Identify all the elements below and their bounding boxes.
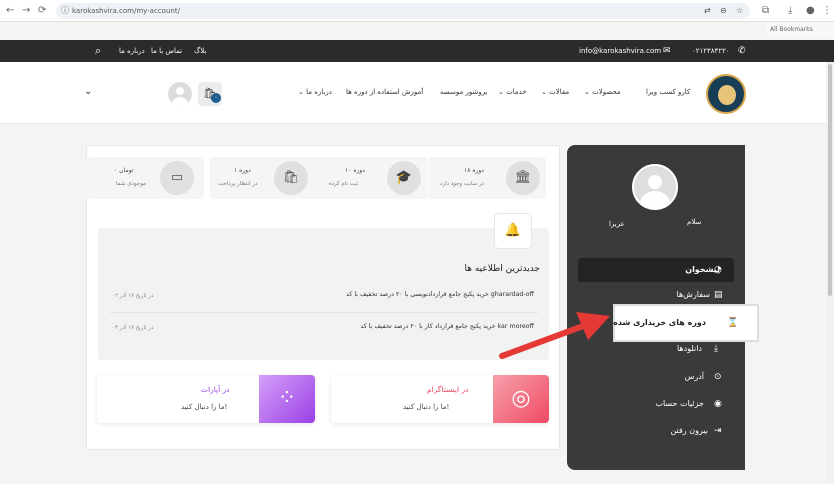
- aparat-subtitle: ما را دنبال کنید!: [181, 403, 228, 411]
- sidebar-item-downloads[interactable]: دانلودها: [677, 342, 702, 356]
- browser-toolbar: ← → ⟳ ⓘ karokashvira.com/my-account/ ⇄ ⊖…: [0, 0, 834, 22]
- username-text: عزیزا: [609, 220, 625, 228]
- notification-date: در تاریخ ۱۷ آذر ۰۳: [112, 325, 154, 331]
- star-icon[interactable]: ☆: [736, 3, 743, 19]
- logo-mark: [718, 85, 736, 105]
- search-icon[interactable]: ⌕: [95, 40, 101, 62]
- menu-item-tutorial[interactable]: آموزش استفاده از دوره ها: [346, 86, 423, 98]
- orders-icon: ▤: [714, 290, 723, 300]
- stat-label: موجودی شما: [116, 181, 146, 187]
- annotation-arrow: [499, 312, 610, 359]
- avatar-body: [172, 97, 188, 106]
- instagram-icon: ◎: [493, 375, 549, 423]
- hourglass-icon: ⌛: [727, 318, 739, 328]
- bookmarks-folder[interactable]: All Bookmarks: [766, 22, 834, 38]
- stat-value: ۱۸ دوره: [464, 167, 484, 174]
- avatar-head: [176, 87, 184, 95]
- divider: [110, 312, 538, 313]
- menu-item-about[interactable]: ⌄ درباره ما: [298, 86, 332, 98]
- wallet-icon: ▭: [160, 161, 194, 195]
- download-icon[interactable]: ⤓: [788, 3, 792, 19]
- nav-link-about[interactable]: درباره ما: [119, 40, 145, 62]
- site-topbar: ✆ ۰۲۱۲۳۸۳۲۲۰ ✉ info@karokashvira.com بلا…: [0, 40, 834, 62]
- stat-card-courses: 🏛 ۱۸ دوره در سایت وجود دارد: [428, 157, 546, 199]
- email-link[interactable]: info@karokashvira.com: [579, 40, 661, 62]
- bank-icon: 🏛: [506, 161, 540, 195]
- stat-card-pending: 🛍 ۱ دوره در انتظار پرداخت: [210, 157, 328, 199]
- phone-icon: ✆: [738, 46, 746, 56]
- extensions-icon[interactable]: ⧉: [762, 3, 769, 19]
- forward-icon[interactable]: →: [22, 3, 30, 19]
- graduation-cap-icon: 🎓: [387, 161, 421, 195]
- zoom-icon[interactable]: ⊖: [720, 3, 727, 19]
- instagram-subtitle: ما را دنبال کنید!: [403, 403, 450, 411]
- stat-label: در انتظار پرداخت: [218, 181, 258, 187]
- back-icon[interactable]: ←: [6, 3, 14, 19]
- dashboard-icon: ◔: [714, 265, 722, 275]
- scrollbar-thumb[interactable]: [828, 64, 832, 296]
- notification-date: در تاریخ ۱۷ آذر ۰۲: [112, 293, 154, 299]
- translate-icon[interactable]: ⇄: [704, 3, 711, 19]
- sidebar-item-orders[interactable]: سفارش‌ها: [677, 288, 710, 302]
- site-info-icon[interactable]: ⓘ: [61, 3, 69, 19]
- stat-value: ۰ تومان: [114, 167, 134, 174]
- user-icon: ◉: [714, 399, 722, 409]
- sidebar-item-logout[interactable]: بیرون رفتن: [670, 424, 708, 438]
- chevron-down-icon[interactable]: ⌄: [84, 86, 92, 98]
- stat-value: ۱۰ دوره: [345, 167, 365, 174]
- shopping-bag-icon: 🛍: [274, 161, 308, 195]
- address-bar[interactable]: ⓘ karokashvira.com/my-account/ ⇄ ⊖ ☆: [56, 3, 750, 19]
- nav-link-blog[interactable]: بلاگ: [194, 40, 206, 62]
- aparat-icon: ⁘: [259, 375, 315, 423]
- greeting-text: سلام: [687, 218, 702, 226]
- menu-item-services[interactable]: ⌄ خدمات: [498, 86, 527, 98]
- notification-text[interactable]: خرید پکیج جامع قراردادنویسی با ۲۰ درصد ت…: [346, 291, 534, 298]
- site-header: کارو کسب ویرا ⌄ محصولات ⌄ مقالات ⌄ خدمات…: [0, 62, 834, 124]
- menu-item-brochure[interactable]: بروشور موسسه: [440, 86, 488, 98]
- email-icon: ✉: [663, 46, 671, 56]
- sidebar-item-purchased-courses[interactable]: دوره های خریداری شده: [613, 316, 706, 330]
- stat-value: ۱ دوره: [234, 167, 251, 174]
- sidebar-item-address[interactable]: آدرس: [685, 370, 704, 384]
- stat-card-balance: ▭ ۰ تومان موجودی شما: [86, 157, 204, 199]
- download-icon: ⤓: [714, 344, 718, 354]
- reload-icon[interactable]: ⟳: [38, 3, 46, 19]
- site-logo[interactable]: [706, 74, 746, 114]
- aparat-card[interactable]: ⁘ در آپارات ما را دنبال کنید!: [97, 375, 315, 423]
- location-icon: ⊙: [714, 372, 722, 382]
- avatar-body: [640, 191, 670, 208]
- phone-number[interactable]: ۰۲۱۲۳۸۳۲۲۰: [692, 40, 730, 62]
- sidebar-item-account-details[interactable]: جزئیات حساب: [655, 397, 704, 411]
- user-avatar[interactable]: [168, 82, 192, 106]
- menu-item-products[interactable]: ⌄ محصولات: [584, 86, 621, 98]
- bell-icon: 🔔: [494, 213, 532, 249]
- scrollbar[interactable]: [826, 62, 834, 484]
- cart-count-badge: ۰: [211, 93, 221, 103]
- nav-link-contact[interactable]: تماس با ما: [151, 40, 182, 62]
- profile-avatar: [632, 164, 678, 210]
- notifications-title: جدیدترین اطلاعیه ها: [464, 264, 541, 274]
- menu-item-articles[interactable]: ⌄ مقالات: [541, 86, 569, 98]
- url-text: karokashvira.com/my-account/: [72, 7, 180, 15]
- menu-icon[interactable]: ⋮: [822, 3, 832, 19]
- aparat-title: در آپارات: [201, 385, 230, 394]
- page-root: ← → ⟳ ⓘ karokashvira.com/my-account/ ⇄ ⊖…: [0, 0, 834, 484]
- instagram-card[interactable]: ◎ در اینستاگرام ما را دنبال کنید!: [331, 375, 549, 423]
- profile-icon[interactable]: ●: [806, 3, 815, 19]
- stat-label: در سایت وجود دارد: [440, 181, 484, 187]
- avatar-head: [648, 175, 662, 189]
- instagram-title: در اینستاگرام: [427, 385, 469, 394]
- logout-icon: ⇥: [714, 426, 722, 436]
- menu-item-home[interactable]: کارو کسب ویرا: [646, 86, 690, 98]
